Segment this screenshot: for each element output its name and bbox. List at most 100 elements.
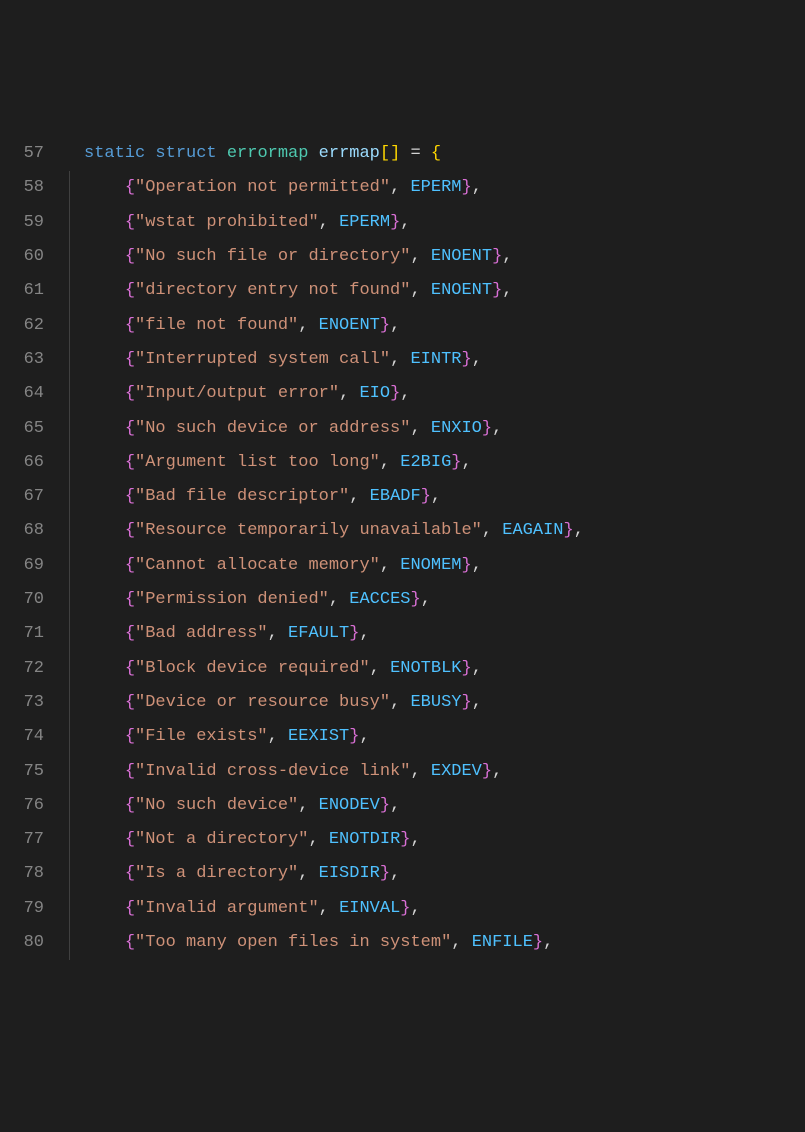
code-line[interactable]: {"file not found", ENOENT},	[84, 309, 805, 343]
constant: EINTR	[410, 350, 461, 369]
comma: ,	[390, 864, 400, 883]
brace: }	[400, 830, 410, 849]
comma: ,	[472, 693, 482, 712]
brace: }	[482, 762, 492, 781]
string-literal: "Too many open files in system"	[135, 933, 451, 952]
brace: {	[125, 350, 135, 369]
brace: }	[451, 453, 461, 472]
line-number: 66	[0, 446, 44, 480]
comma: ,	[298, 796, 318, 815]
comma: ,	[319, 213, 339, 232]
code-line[interactable]: {"Bad address", EFAULT},	[84, 617, 805, 651]
brace: {	[125, 899, 135, 918]
constant: EACCES	[349, 590, 410, 609]
constant: EAGAIN	[502, 521, 563, 540]
code-line[interactable]: {"No such device or address", ENXIO},	[84, 412, 805, 446]
constant: E2BIG	[400, 453, 451, 472]
brace: }	[461, 693, 471, 712]
code-content[interactable]: static struct errormap errmap[] = { {"Op…	[84, 137, 805, 960]
string-literal: "Device or resource busy"	[135, 693, 390, 712]
code-line[interactable]: {"directory entry not found", ENOENT},	[84, 274, 805, 308]
brace: }	[461, 659, 471, 678]
brace: {	[125, 830, 135, 849]
code-line[interactable]: {"Operation not permitted", EPERM},	[84, 171, 805, 205]
line-number: 64	[0, 377, 44, 411]
code-line[interactable]: {"Invalid argument", EINVAL},	[84, 892, 805, 926]
constant: ENXIO	[431, 419, 482, 438]
string-literal: "Bad address"	[135, 624, 268, 643]
comma: ,	[380, 556, 400, 575]
code-line[interactable]: {"Bad file descriptor", EBADF},	[84, 480, 805, 514]
brace: }	[390, 384, 400, 403]
comma: ,	[410, 419, 430, 438]
string-literal: "Interrupted system call"	[135, 350, 390, 369]
constant: EIO	[359, 384, 390, 403]
code-line[interactable]: {"Cannot allocate memory", ENOMEM},	[84, 549, 805, 583]
line-number: 76	[0, 789, 44, 823]
brace: {	[125, 659, 135, 678]
code-line[interactable]: {"No such file or directory", ENOENT},	[84, 240, 805, 274]
code-line[interactable]: {"File exists", EEXIST},	[84, 720, 805, 754]
code-line[interactable]: {"Permission denied", EACCES},	[84, 583, 805, 617]
variable-name: errmap	[319, 144, 380, 163]
brace: }	[380, 316, 390, 335]
brace: {	[125, 453, 135, 472]
line-number: 58	[0, 171, 44, 205]
code-line[interactable]: {"Too many open files in system", ENFILE…	[84, 926, 805, 960]
constant: ENODEV	[319, 796, 380, 815]
constant: EFAULT	[288, 624, 349, 643]
code-line[interactable]: {"Interrupted system call", EINTR},	[84, 343, 805, 377]
line-number: 75	[0, 755, 44, 789]
comma: ,	[390, 178, 410, 197]
code-line[interactable]: {"Block device required", ENOTBLK},	[84, 652, 805, 686]
brace: {	[431, 144, 441, 163]
line-number: 70	[0, 583, 44, 617]
brace: }	[349, 624, 359, 643]
string-literal: "wstat prohibited"	[135, 213, 319, 232]
constant: EBUSY	[410, 693, 461, 712]
line-number: 80	[0, 926, 44, 960]
comma: ,	[339, 384, 359, 403]
brace: {	[125, 624, 135, 643]
indent-guide	[62, 137, 84, 960]
comma: ,	[308, 830, 328, 849]
brace: {	[125, 590, 135, 609]
string-literal: "Invalid argument"	[135, 899, 319, 918]
line-number: 61	[0, 274, 44, 308]
constant: EXDEV	[431, 762, 482, 781]
brace: {	[125, 762, 135, 781]
line-number: 63	[0, 343, 44, 377]
comma: ,	[472, 350, 482, 369]
comma: ,	[502, 281, 512, 300]
keyword: static	[84, 144, 145, 163]
code-line[interactable]: {"Not a directory", ENOTDIR},	[84, 823, 805, 857]
code-line[interactable]: {"Device or resource busy", EBUSY},	[84, 686, 805, 720]
code-line[interactable]: {"Invalid cross-device link", EXDEV},	[84, 755, 805, 789]
code-line[interactable]: {"Argument list too long", E2BIG},	[84, 446, 805, 480]
code-line[interactable]: {"No such device", ENODEV},	[84, 789, 805, 823]
code-line[interactable]: {"Input/output error", EIO},	[84, 377, 805, 411]
code-line[interactable]: {"wstat prohibited", EPERM},	[84, 206, 805, 240]
bracket: [	[380, 144, 390, 163]
constant: EISDIR	[319, 864, 380, 883]
brace: {	[125, 316, 135, 335]
brace: {	[125, 864, 135, 883]
brace: }	[482, 419, 492, 438]
code-line[interactable]: {"Resource temporarily unavailable", EAG…	[84, 514, 805, 548]
code-line[interactable]: static struct errormap errmap[] = {	[84, 137, 805, 171]
comma: ,	[410, 899, 420, 918]
keyword: struct	[155, 144, 216, 163]
comma: ,	[574, 521, 584, 540]
brace: }	[380, 864, 390, 883]
string-literal: "Input/output error"	[135, 384, 339, 403]
line-number-gutter: 5758596061626364656667686970717273747576…	[0, 137, 62, 960]
type-name: errormap	[227, 144, 309, 163]
line-number: 71	[0, 617, 44, 651]
string-literal: "Bad file descriptor"	[135, 487, 349, 506]
brace: }	[461, 556, 471, 575]
brace: }	[400, 899, 410, 918]
code-line[interactable]: {"Is a directory", EISDIR},	[84, 857, 805, 891]
comma: ,	[472, 659, 482, 678]
line-number: 78	[0, 857, 44, 891]
code-editor[interactable]: 5758596061626364656667686970717273747576…	[0, 137, 805, 960]
